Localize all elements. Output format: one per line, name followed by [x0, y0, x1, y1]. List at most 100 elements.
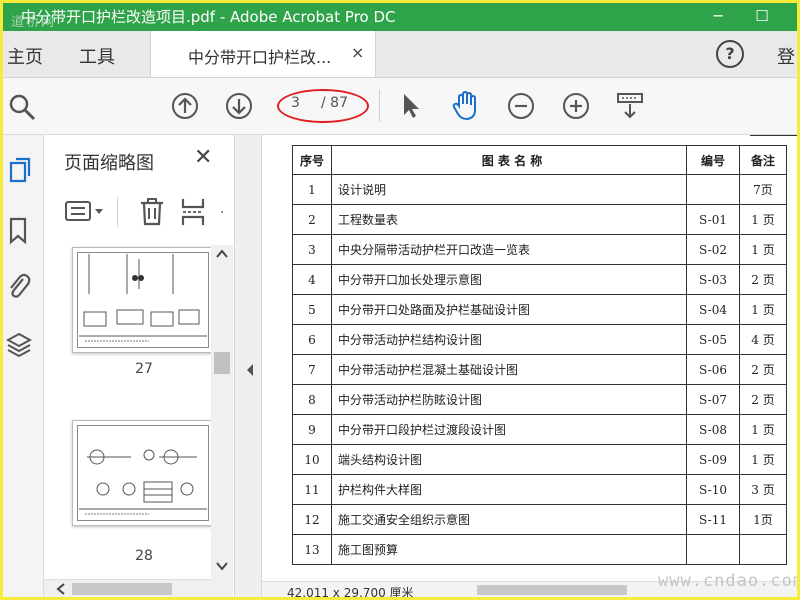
header-name: 图 表 名 称 — [331, 145, 687, 175]
sign-in-button[interactable]: 登 — [777, 43, 795, 69]
next-page-button[interactable] — [226, 93, 252, 119]
table-row: 3 中央分隔带活动护栏开口改造一览表 S-02 1 页 — [292, 234, 787, 265]
trash-icon[interactable] — [139, 197, 165, 227]
tab-document-label: 中分带开口护栏改... — [188, 48, 332, 67]
page-number-field[interactable]: 3 / 87 — [277, 89, 369, 123]
row-name: 护栏构件大样图 — [331, 474, 687, 505]
window-title: 中分带开口护栏改造项目.pdf - Adobe Acrobat Pro DC — [21, 8, 396, 26]
row-code: S-04 — [686, 294, 740, 325]
thumbnail-vertical-scrollbar[interactable] — [211, 245, 233, 597]
row-number: 13 — [292, 534, 332, 565]
row-number: 9 — [292, 414, 332, 445]
toolbar: 3 / 87 — [3, 78, 797, 135]
row-number: 7 — [292, 354, 332, 385]
zoom-out-button[interactable] — [508, 93, 534, 119]
row-note: 1 页 — [739, 294, 787, 325]
row-number: 8 — [292, 384, 332, 415]
row-note: 2 页 — [739, 264, 787, 295]
scroll-up-icon[interactable] — [216, 249, 228, 259]
tab-tools[interactable]: 工具 — [79, 43, 115, 69]
thumbnail-panel: 页面缩略图 ✕ · 27 28 — [44, 135, 235, 597]
row-name: 工程数量表 — [331, 204, 687, 235]
row-name: 中分带开口处路面及护栏基础设计图 — [331, 294, 687, 325]
row-number: 4 — [292, 264, 332, 295]
row-note: 1 页 — [739, 204, 787, 235]
options-menu-icon[interactable] — [64, 199, 108, 225]
row-code: S-10 — [686, 474, 740, 505]
row-name: 中央分隔带活动护栏开口改造一览表 — [331, 234, 687, 265]
scroll-down-icon[interactable] — [216, 561, 228, 571]
page-thumbnails-icon[interactable] — [7, 157, 33, 185]
row-name: 中分带活动护栏混凝土基础设计图 — [331, 354, 687, 385]
table-header-row: 序号 图 表 名 称 编号 备注 — [292, 145, 787, 175]
row-name: 端头结构设计图 — [331, 444, 687, 475]
table-row: 10 端头结构设计图 S-09 1 页 — [292, 444, 787, 475]
maximize-button[interactable]: ☐ — [751, 5, 773, 27]
row-name: 中分带活动护栏结构设计图 — [331, 324, 687, 355]
left-nav — [3, 135, 44, 597]
row-number: 1 — [292, 174, 332, 205]
app-window: 道桥网 中分带开口护栏改造项目.pdf - Adobe Acrobat Pro … — [0, 0, 800, 600]
thumbnail-horizontal-scrollbar[interactable] — [44, 579, 211, 597]
table-row: 2 工程数量表 S-01 1 页 — [292, 204, 787, 235]
plus-icon — [570, 100, 582, 112]
row-note: 2 页 — [739, 384, 787, 415]
layers-icon[interactable] — [6, 331, 32, 359]
page-display-icon[interactable] — [615, 91, 645, 121]
previous-page-button[interactable] — [172, 93, 198, 119]
document-view[interactable]: 序号 图 表 名 称 编号 备注 1 设计说明 7页 2 工程数量表 S-01 1 页 3 中央… — [262, 135, 797, 597]
panel-collapse-rail[interactable] — [235, 135, 262, 597]
row-note: 1页 — [739, 504, 787, 535]
thumbnail-page-28[interactable] — [72, 420, 214, 526]
header-note: 备注 — [739, 145, 787, 175]
header-no: 序号 — [292, 145, 332, 175]
row-number: 10 — [292, 444, 332, 475]
arrow-up-icon — [178, 97, 192, 113]
document-h-scrollbar[interactable] — [477, 585, 627, 595]
minimize-button[interactable]: ─ — [707, 5, 729, 27]
row-code: S-01 — [686, 204, 740, 235]
tab-close-button[interactable]: × — [351, 43, 364, 62]
row-code — [686, 174, 740, 205]
table-row: 7 中分带活动护栏混凝土基础设计图 S-06 2 页 — [292, 354, 787, 385]
highlight-ring — [277, 89, 369, 123]
h-scrollbar-thumb[interactable] — [72, 583, 172, 595]
row-name: 施工图预算 — [331, 534, 687, 565]
more-tools-icon[interactable]: · — [220, 205, 224, 221]
bookmark-icon[interactable] — [8, 217, 30, 245]
row-number: 12 — [292, 504, 332, 535]
drawing-preview — [79, 449, 207, 515]
thumbnail-page-27[interactable] — [72, 247, 214, 353]
zoom-search-icon[interactable] — [7, 92, 37, 122]
row-note: 1 页 — [739, 234, 787, 265]
table-row: 4 中分带开口加长处理示意图 S-03 2 页 — [292, 264, 787, 295]
collapse-arrow-icon[interactable] — [245, 363, 255, 377]
row-number: 5 — [292, 294, 332, 325]
row-name: 施工交通安全组织示意图 — [331, 504, 687, 535]
table-row: 13 施工图预算 — [292, 534, 787, 565]
tab-document[interactable]: 中分带开口护栏改... × — [150, 31, 376, 77]
table-row: 1 设计说明 7页 — [292, 174, 787, 205]
scrollbar-thumb[interactable] — [214, 352, 230, 374]
table-row: 5 中分带开口处路面及护栏基础设计图 S-04 1 页 — [292, 294, 787, 325]
select-cursor-icon[interactable] — [399, 91, 423, 121]
drawing-index-table: 序号 图 表 名 称 编号 备注 1 设计说明 7页 2 工程数量表 S-01 1 页 3 中央… — [292, 145, 787, 565]
row-code: S-11 — [686, 504, 740, 535]
hand-tool-icon[interactable] — [451, 90, 481, 122]
row-note: 1 页 — [739, 444, 787, 475]
table-row: 6 中分带活动护栏结构设计图 S-05 4 页 — [292, 324, 787, 355]
panel-close-button[interactable]: ✕ — [194, 145, 212, 170]
tab-home[interactable]: 主页 — [7, 43, 43, 69]
zoom-in-button[interactable] — [563, 93, 589, 119]
help-button[interactable]: ? — [716, 40, 744, 68]
arrow-down-icon — [232, 99, 246, 115]
row-code: S-05 — [686, 324, 740, 355]
row-note: 2 页 — [739, 354, 787, 385]
extract-page-icon[interactable] — [181, 197, 207, 227]
row-code — [686, 534, 740, 565]
drawing-preview — [79, 254, 207, 342]
thumbnail-label-27: 27 — [135, 361, 153, 377]
attachment-icon[interactable] — [6, 271, 32, 301]
scroll-left-icon[interactable] — [56, 583, 66, 595]
title-bar: 道桥网 中分带开口护栏改造项目.pdf - Adobe Acrobat Pro … — [3, 3, 797, 31]
